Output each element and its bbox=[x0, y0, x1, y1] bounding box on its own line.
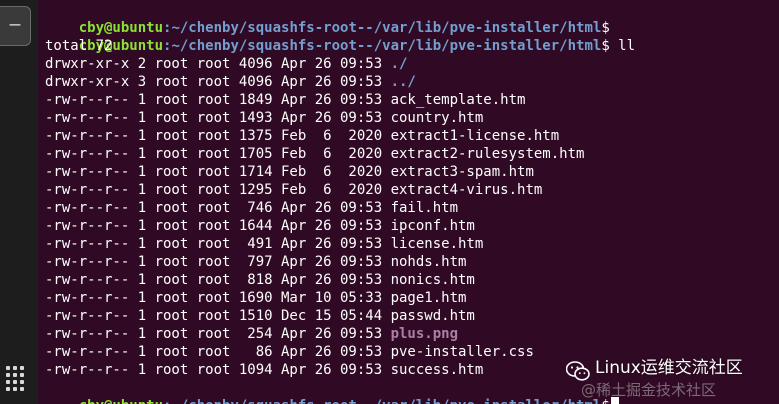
show-apps-icon[interactable] bbox=[6, 366, 24, 391]
file-name: fail.htm bbox=[390, 200, 459, 216]
listing-row: drwxr-xr-x 3 root root 4096 Apr 26 09:53… bbox=[45, 73, 416, 91]
file-name: success.htm bbox=[390, 362, 484, 378]
listing-row: -rw-r--r-- 1 root root 1644 Apr 26 09:53… bbox=[45, 217, 475, 235]
file-meta: -rw-r--r-- 1 root root 1714 Feb 6 2020 bbox=[45, 164, 391, 180]
listing-row: -rw-r--r-- 1 root root 1493 Apr 26 09:53… bbox=[45, 109, 483, 127]
file-name: nohds.htm bbox=[390, 254, 467, 270]
listing-row: -rw-r--r-- 1 root root 1295 Feb 6 2020 e… bbox=[45, 181, 542, 199]
file-name: page1.htm bbox=[390, 290, 467, 306]
watermark: Linux运维交流社区 @稀土掘金技术社区 bbox=[563, 354, 779, 404]
file-name: passwd.htm bbox=[390, 308, 475, 324]
watermark-title: Linux运维交流社区 bbox=[595, 358, 743, 378]
command-text: ll bbox=[609, 38, 636, 54]
listing-row: -rw-r--r-- 1 root root 1705 Feb 6 2020 e… bbox=[45, 145, 584, 163]
file-meta: -rw-r--r-- 1 root root 746 Apr 26 09:53 bbox=[45, 200, 391, 216]
wechat-icon bbox=[566, 361, 590, 381]
file-meta: -rw-r--r-- 1 root root 797 Apr 26 09:53 bbox=[45, 254, 391, 270]
file-meta: -rw-r--r-- 1 root root 86 Apr 26 09:53 bbox=[45, 344, 391, 360]
dock: – bbox=[0, 0, 38, 404]
prompt-path: :~/chenby/squashfs-root--/var/lib/pve-in… bbox=[163, 398, 601, 404]
file-name: ../ bbox=[390, 74, 416, 90]
prompt-line-bottom[interactable]: cby@ubuntu:~/chenby/squashfs-root--/var/… bbox=[45, 379, 619, 404]
listing-row: -rw-r--r-- 1 root root 491 Apr 26 09:53 … bbox=[45, 235, 483, 253]
file-name: plus.png bbox=[390, 326, 459, 342]
file-meta: -rw-r--r-- 1 root root 491 Apr 26 09:53 bbox=[45, 236, 391, 252]
watermark-subtitle: @稀土掘金技术社区 bbox=[581, 381, 717, 399]
listing-row: -rw-r--r-- 1 root root 1375 Feb 6 2020 e… bbox=[45, 127, 559, 145]
terminal-window[interactable]: cby@ubuntu:~/chenby/squashfs-root--/var/… bbox=[38, 0, 779, 404]
listing-row: -rw-r--r-- 1 root root 1690 Mar 10 05:33… bbox=[45, 289, 466, 307]
file-name: pve-installer.css bbox=[390, 344, 534, 360]
prompt-path: :~/chenby/squashfs-root--/var/lib/pve-in… bbox=[163, 38, 602, 54]
listing-row: -rw-r--r-- 1 root root 1714 Feb 6 2020 e… bbox=[45, 163, 534, 181]
file-name: extract2-rulesystem.htm bbox=[390, 146, 585, 162]
file-name: license.htm bbox=[390, 236, 484, 252]
file-name: extract4-virus.htm bbox=[390, 182, 543, 198]
file-name: extract3-spam.htm bbox=[390, 164, 534, 180]
file-name: ipconf.htm bbox=[390, 218, 475, 234]
file-meta: -rw-r--r-- 1 root root 1375 Feb 6 2020 bbox=[45, 128, 391, 144]
file-name: ./ bbox=[390, 56, 408, 72]
listing-row: -rw-r--r-- 1 root root 1094 Apr 26 09:53… bbox=[45, 361, 483, 379]
file-meta: -rw-r--r-- 1 root root 254 Apr 26 09:53 bbox=[45, 326, 391, 342]
file-meta: -rw-r--r-- 1 root root 1849 Apr 26 09:53 bbox=[45, 92, 391, 108]
file-name: nonics.htm bbox=[390, 272, 475, 288]
listing-row: -rw-r--r-- 1 root root 1849 Apr 26 09:53… bbox=[45, 91, 525, 109]
listing-row: -rw-r--r-- 1 root root 254 Apr 26 09:53 … bbox=[45, 325, 458, 343]
total-line: total 72 bbox=[45, 38, 113, 54]
file-name: country.htm bbox=[390, 110, 484, 126]
file-name: extract1-license.htm bbox=[390, 128, 560, 144]
listing-row: drwxr-xr-x 2 root root 4096 Apr 26 09:53… bbox=[45, 55, 407, 73]
dock-back-button[interactable]: – bbox=[0, 6, 31, 46]
file-meta: -rw-r--r-- 1 root root 818 Apr 26 09:53 bbox=[45, 272, 391, 288]
file-meta: drwxr-xr-x 3 root root 4096 Apr 26 09:53 bbox=[45, 74, 391, 90]
file-meta: -rw-r--r-- 1 root root 1510 Dec 15 05:44 bbox=[45, 308, 391, 324]
file-meta: -rw-r--r-- 1 root root 1493 Apr 26 09:53 bbox=[45, 110, 391, 126]
file-meta: -rw-r--r-- 1 root root 1705 Feb 6 2020 bbox=[45, 146, 391, 162]
file-meta: -rw-r--r-- 1 root root 1644 Apr 26 09:53 bbox=[45, 218, 391, 234]
command-line: cby@ubuntu:~/chenby/squashfs-root--/var/… bbox=[45, 19, 635, 54]
listing-row: -rw-r--r-- 1 root root 818 Apr 26 09:53 … bbox=[45, 271, 475, 289]
file-name: ack_template.htm bbox=[390, 92, 526, 108]
listing-row: -rw-r--r-- 1 root root 1510 Dec 15 05:44… bbox=[45, 307, 475, 325]
listing-row: -rw-r--r-- 1 root root 746 Apr 26 09:53 … bbox=[45, 199, 458, 217]
file-meta: -rw-r--r-- 1 root root 1295 Feb 6 2020 bbox=[45, 182, 391, 198]
prompt-symbol: $ bbox=[601, 38, 610, 54]
file-meta: -rw-r--r-- 1 root root 1690 Mar 10 05:33 bbox=[45, 290, 391, 306]
listing-row: -rw-r--r-- 1 root root 86 Apr 26 09:53 p… bbox=[45, 343, 534, 361]
listing-row: -rw-r--r-- 1 root root 797 Apr 26 09:53 … bbox=[45, 253, 466, 271]
file-meta: -rw-r--r-- 1 root root 1094 Apr 26 09:53 bbox=[45, 362, 391, 378]
prompt-line-top: cby@ubuntu:~/chenby/squashfs-root--/var/… bbox=[45, 1, 610, 36]
prompt-user: cby@ubuntu bbox=[79, 398, 163, 404]
file-meta: drwxr-xr-x 2 root root 4096 Apr 26 09:53 bbox=[45, 56, 391, 72]
